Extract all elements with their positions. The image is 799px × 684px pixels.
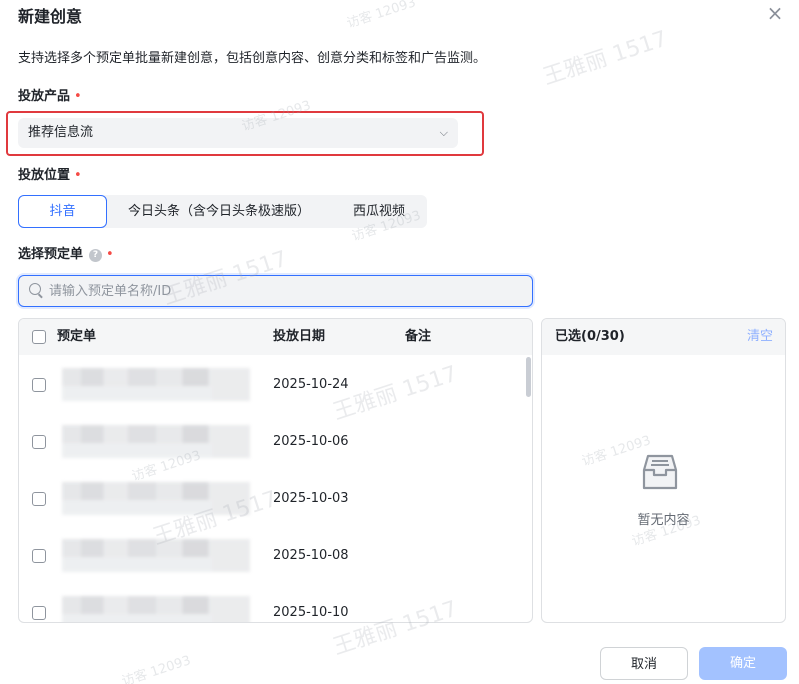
ok-button[interactable]: 确定 bbox=[699, 647, 787, 680]
row-checkbox[interactable] bbox=[32, 492, 46, 506]
blurred-order-name bbox=[62, 368, 250, 401]
cancel-button[interactable]: 取消 bbox=[600, 647, 688, 680]
help-icon[interactable]: ? bbox=[89, 249, 103, 262]
orders-label-text: 选择预定单 bbox=[18, 247, 84, 262]
column-date: 投放日期 bbox=[273, 329, 326, 344]
column-note: 备注 bbox=[405, 329, 432, 344]
row-date: 2025-10-06 bbox=[273, 434, 349, 449]
table-scrollbar[interactable] bbox=[526, 357, 531, 397]
row-date: 2025-10-24 bbox=[273, 377, 349, 392]
table-row[interactable]: 2025-10-24 bbox=[19, 356, 532, 413]
row-date: 2025-10-10 bbox=[273, 605, 349, 620]
empty-text: 暂无内容 bbox=[637, 513, 690, 528]
placement-option-xigua[interactable]: 西瓜视频 bbox=[331, 195, 427, 228]
row-date: 2025-10-08 bbox=[273, 548, 349, 563]
empty-inbox-icon bbox=[642, 454, 678, 490]
create-creative-dialog: 新建创意 × 支持选择多个预定单批量新建创意，包括创意内容、创意分类和标签和广告… bbox=[0, 0, 799, 684]
placement-label-text: 投放位置 bbox=[18, 168, 71, 183]
table-row[interactable]: 2025-10-06 bbox=[19, 413, 532, 470]
product-select-value: 推荐信息流 bbox=[28, 125, 94, 140]
blurred-order-name bbox=[62, 482, 250, 515]
placement-option-toutiao[interactable]: 今日头条（含今日头条极速版） bbox=[107, 195, 331, 228]
table-row[interactable]: 2025-10-10 bbox=[19, 584, 532, 622]
dialog-description: 支持选择多个预定单批量新建创意，包括创意内容、创意分类和标签和广告监测。 bbox=[18, 51, 487, 66]
orders-label: 选择预定单? • bbox=[18, 246, 114, 264]
chevron-down-icon: ⌵ bbox=[439, 126, 448, 139]
blurred-order-name bbox=[62, 539, 250, 572]
search-icon bbox=[29, 283, 41, 295]
close-icon[interactable]: × bbox=[764, 2, 786, 24]
blurred-order-name bbox=[62, 425, 250, 458]
product-label-text: 投放产品 bbox=[18, 89, 71, 104]
watermark: 访客 12093 bbox=[345, 0, 418, 32]
order-search-input[interactable] bbox=[49, 276, 519, 306]
required-mark: • bbox=[74, 168, 82, 183]
placement-option-douyin[interactable]: 抖音 bbox=[18, 195, 107, 228]
selected-panel: 已选(0/30) 清空 暂无内容 bbox=[541, 318, 786, 623]
product-select[interactable]: 推荐信息流 ⌵ bbox=[18, 118, 458, 148]
select-all-checkbox[interactable] bbox=[32, 330, 46, 344]
clear-button[interactable]: 清空 bbox=[747, 319, 773, 355]
selected-header: 已选(0/30) 清空 bbox=[542, 319, 785, 355]
table-row[interactable]: 2025-10-03 bbox=[19, 470, 532, 527]
required-mark: • bbox=[106, 247, 114, 262]
watermark: 王雅丽 1517 bbox=[540, 26, 671, 91]
row-checkbox[interactable] bbox=[32, 378, 46, 392]
row-checkbox[interactable] bbox=[32, 435, 46, 449]
row-checkbox[interactable] bbox=[32, 549, 46, 563]
required-mark: • bbox=[74, 89, 82, 104]
product-label: 投放产品 • bbox=[18, 88, 82, 106]
order-search bbox=[18, 275, 533, 307]
watermark: 访客 12093 bbox=[120, 653, 193, 684]
placement-label: 投放位置 • bbox=[18, 167, 82, 185]
placement-segmented: 抖音 今日头条（含今日头条极速版） 西瓜视频 bbox=[18, 195, 427, 228]
order-table: 预定单 投放日期 备注 2025-10-24 2025-10-06 2025-1… bbox=[18, 318, 533, 623]
table-row[interactable]: 2025-10-08 bbox=[19, 527, 532, 584]
blurred-order-name bbox=[62, 596, 250, 622]
dialog-title: 新建创意 bbox=[18, 7, 83, 26]
row-checkbox[interactable] bbox=[32, 606, 46, 620]
row-date: 2025-10-03 bbox=[273, 491, 349, 506]
selected-count: 已选(0/30) bbox=[555, 329, 625, 344]
column-order: 预定单 bbox=[57, 329, 97, 344]
table-header: 预定单 投放日期 备注 bbox=[19, 319, 532, 355]
